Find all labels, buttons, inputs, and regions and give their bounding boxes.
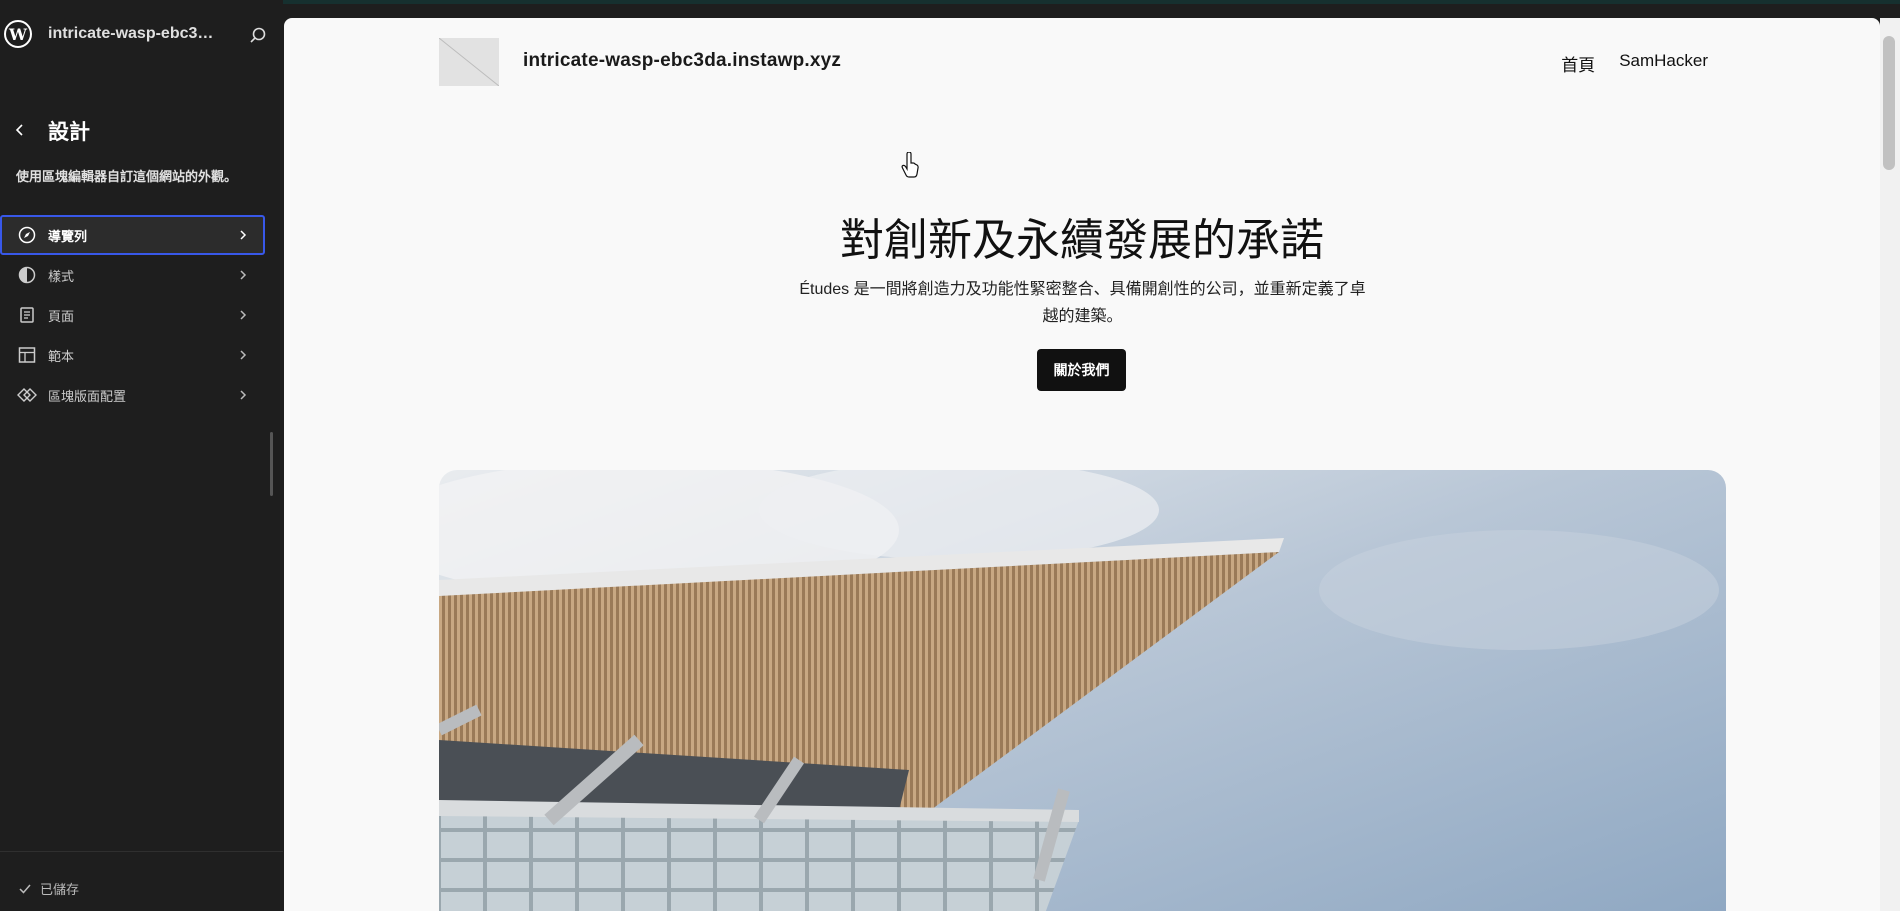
- saved-label: 已儲存: [40, 882, 80, 897]
- chevron-right-icon: [240, 350, 247, 360]
- sidebar-item-templates[interactable]: 範本: [0, 335, 265, 375]
- panel-header: 設計: [0, 112, 283, 148]
- chevron-left-icon[interactable]: [8, 118, 32, 142]
- wordpress-logo-icon[interactable]: W: [4, 20, 32, 48]
- sidebar-item-label: 頁面: [48, 308, 75, 324]
- sidebar-item-label: 樣式: [48, 268, 75, 284]
- site-name[interactable]: intricate-wasp-ebc3da....: [48, 25, 218, 43]
- site-logo-placeholder[interactable]: [439, 38, 499, 86]
- compass-icon: [18, 226, 36, 244]
- nav-link-home[interactable]: 首頁: [1561, 51, 1595, 76]
- top-strip: [0, 0, 1900, 4]
- sidebar-item-navigation[interactable]: 導覽列: [0, 215, 265, 255]
- site-hub: W intricate-wasp-ebc3da....: [0, 14, 283, 56]
- hero-heading[interactable]: 對創新及永續發展的承諾: [284, 204, 1880, 268]
- design-navigation-menu: 導覽列 樣式 頁面 範本 區塊版面配置: [0, 215, 283, 415]
- layout-icon: [18, 347, 36, 363]
- about-us-button[interactable]: 關於我們: [1037, 349, 1126, 391]
- svg-text:W: W: [8, 25, 28, 44]
- placeholder-diagonal-icon: [439, 38, 499, 86]
- sidebar-item-label: 區塊版面配置: [48, 388, 127, 404]
- hero-building-image[interactable]: [439, 470, 1726, 911]
- half-circle-icon: [18, 266, 36, 284]
- editor-sidebar: W intricate-wasp-ebc3da.... 設計 使用區塊編輯器自訂…: [0, 0, 283, 911]
- nav-link-samhacker[interactable]: SamHacker: [1619, 51, 1708, 76]
- hand-pointer-cursor-icon: [901, 152, 919, 178]
- building-illustration: [439, 470, 1726, 911]
- site-navigation: 首頁 SamHacker: [1561, 51, 1708, 76]
- sidebar-item-pages[interactable]: 頁面: [0, 295, 265, 335]
- search-icon[interactable]: [246, 24, 270, 48]
- page-icon: [20, 307, 34, 323]
- save-status: 已儲存: [18, 879, 79, 898]
- chevron-right-icon: [240, 390, 247, 400]
- sidebar-scrollbar[interactable]: [270, 432, 273, 496]
- footer-divider: [0, 851, 283, 852]
- canvas-scrollbar-thumb[interactable]: [1883, 36, 1895, 170]
- checkmark-icon: [19, 884, 31, 894]
- sidebar-item-label: 導覽列: [48, 228, 88, 244]
- panel-description: 使用區塊編輯器自訂這個網站的外觀。: [16, 169, 238, 184]
- site-preview-canvas[interactable]: intricate-wasp-ebc3da.instawp.xyz 首頁 Sam…: [284, 18, 1880, 911]
- diamond-icon: [17, 388, 37, 402]
- sidebar-item-styles[interactable]: 樣式: [0, 255, 265, 295]
- sidebar-item-patterns[interactable]: 區塊版面配置: [0, 375, 265, 415]
- chevron-right-icon: [240, 310, 247, 320]
- hero-description[interactable]: Études 是一間將創造力及功能性緊密整合、具備開創性的公司，並重新定義了卓越…: [795, 276, 1370, 330]
- site-title[interactable]: intricate-wasp-ebc3da.instawp.xyz: [523, 50, 841, 72]
- panel-title: 設計: [48, 121, 90, 144]
- chevron-right-icon: [240, 230, 247, 240]
- chevron-right-icon: [240, 270, 247, 280]
- sidebar-item-label: 範本: [48, 348, 75, 364]
